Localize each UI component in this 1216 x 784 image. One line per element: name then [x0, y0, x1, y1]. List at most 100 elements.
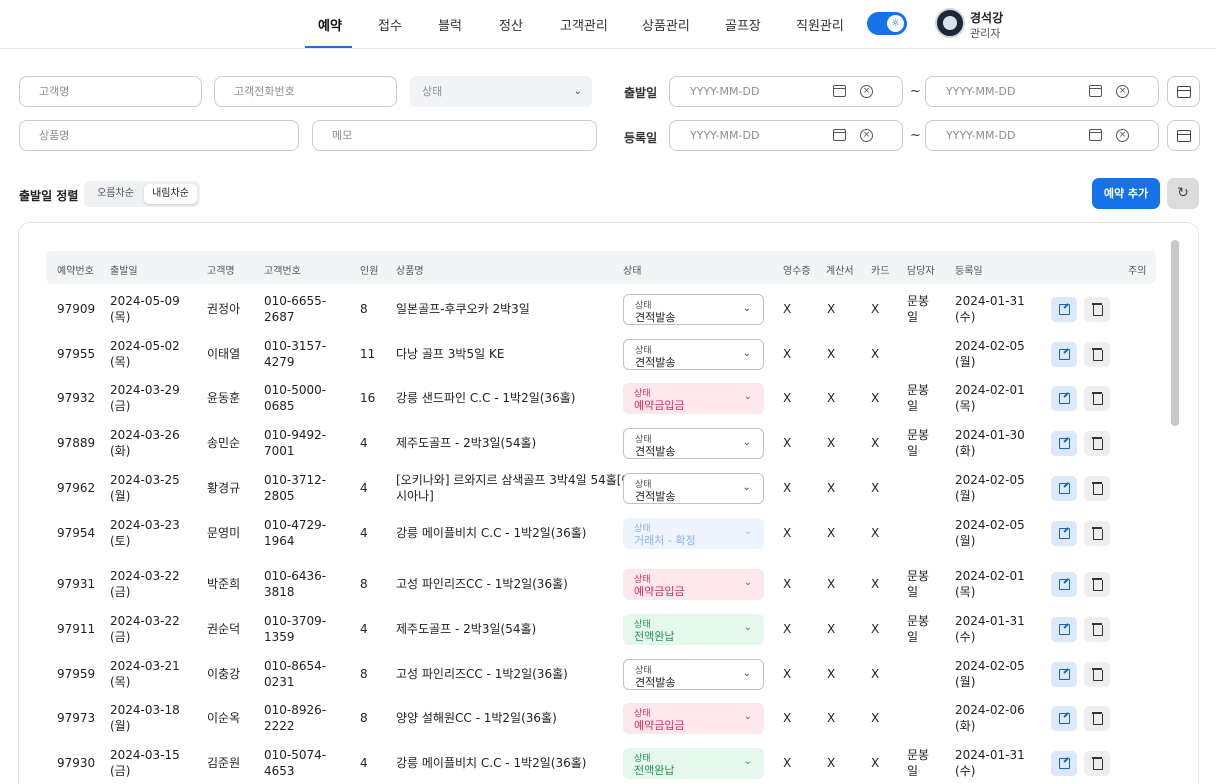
- manager-name: 문봉 일: [907, 383, 930, 413]
- departure-end-date[interactable]: YYYY-MM-DD ×: [925, 76, 1159, 107]
- calendar-icon[interactable]: [833, 129, 846, 141]
- card-flag: X: [871, 436, 880, 450]
- registered-calendar-button[interactable]: [1167, 120, 1200, 151]
- clear-icon[interactable]: ×: [1116, 85, 1129, 98]
- edit-icon[interactable]: [1051, 617, 1077, 642]
- status-value: 예약금입금: [634, 585, 685, 598]
- nav-tab-products[interactable]: 상품관리: [642, 15, 690, 34]
- memo-input[interactable]: 메모: [312, 120, 597, 151]
- date-placeholder: YYYY-MM-DD: [690, 129, 760, 142]
- status-value: 견적발송: [635, 490, 676, 503]
- trash-icon[interactable]: [1084, 751, 1110, 776]
- edit-icon[interactable]: [1051, 476, 1077, 501]
- customer-phone: 010-9492- 7001: [264, 428, 327, 458]
- status-select[interactable]: 상태 전액완납 ⌄: [623, 614, 764, 645]
- trash-icon[interactable]: [1084, 521, 1110, 546]
- clear-icon[interactable]: ×: [860, 85, 873, 98]
- chevron-down-icon: ⌄: [742, 348, 751, 359]
- departure-calendar-button[interactable]: [1167, 76, 1200, 107]
- status-select[interactable]: 상태 거래처 - 확정 ⌄: [623, 518, 764, 549]
- status-value: 견적발송: [635, 356, 676, 369]
- manager-name: 문봉 일: [907, 294, 930, 324]
- edit-icon[interactable]: [1051, 706, 1077, 731]
- chevron-down-icon: ⌄: [743, 622, 752, 633]
- nav-tab-block[interactable]: 블럭: [438, 15, 462, 34]
- trash-icon[interactable]: [1084, 706, 1110, 731]
- edit-icon[interactable]: [1051, 572, 1077, 597]
- registered-start-date[interactable]: YYYY-MM-DD ×: [669, 120, 903, 151]
- product-name: 강릉 메이플비치 C.C - 1박2일(36홀): [396, 526, 587, 540]
- chevron-down-icon: ⌄: [743, 391, 752, 402]
- nav-tab-customers[interactable]: 고객관리: [560, 15, 608, 34]
- chevron-down-icon: ⌄: [742, 437, 751, 448]
- status-select[interactable]: 상태 견적발송 ⌄: [623, 294, 764, 325]
- chevron-down-icon: ⌄: [743, 577, 752, 588]
- status-value: 전액완납: [634, 764, 675, 777]
- trash-icon[interactable]: [1084, 431, 1110, 456]
- status-select[interactable]: 상태 전액완납 ⌄: [623, 748, 764, 779]
- nav-tab-reservation[interactable]: 예약: [318, 15, 342, 34]
- chevron-down-icon: ⌄: [742, 482, 751, 493]
- refresh-icon[interactable]: ↻: [1167, 178, 1199, 209]
- party-size: 4: [360, 756, 368, 770]
- nav-tab-staff[interactable]: 직원관리: [796, 15, 844, 34]
- edit-icon[interactable]: [1051, 751, 1077, 776]
- edit-icon[interactable]: [1051, 662, 1077, 687]
- clear-icon[interactable]: ×: [860, 129, 873, 142]
- product-name: 제주도골프 - 2박3일(54홀): [396, 436, 537, 450]
- departure-date: 2024-03-21 (목): [110, 659, 180, 689]
- status-select[interactable]: 상태 견적발송 ⌄: [623, 428, 764, 459]
- theme-toggle[interactable]: ☼: [867, 12, 907, 35]
- status-select[interactable]: 상태 예약금입금 ⌄: [623, 569, 764, 600]
- customer-name: 황경규: [207, 481, 241, 495]
- calendar-icon[interactable]: [1089, 129, 1102, 141]
- trash-icon[interactable]: [1084, 386, 1110, 411]
- customer-phone: 010-3712- 2805: [264, 473, 327, 503]
- date-placeholder: YYYY-MM-DD: [690, 85, 760, 98]
- status-select[interactable]: 상태 ⌄: [410, 76, 592, 107]
- manager-name: 문봉 일: [907, 748, 930, 778]
- status-select[interactable]: 상태 견적발송 ⌄: [623, 473, 764, 504]
- calendar-icon[interactable]: [833, 85, 846, 97]
- nav-tab-intake[interactable]: 접수: [378, 15, 402, 34]
- avatar[interactable]: [935, 8, 965, 38]
- invoice-flag: X: [827, 667, 836, 681]
- status-select[interactable]: 상태 예약금입금 ⌄: [623, 703, 764, 734]
- customer-phone: 010-3157- 4279: [264, 339, 327, 369]
- trash-icon[interactable]: [1084, 297, 1110, 322]
- customer-phone-input[interactable]: 고객전화번호: [214, 76, 397, 107]
- range-separator: ~: [910, 128, 921, 143]
- departure-date: 2024-03-23 (토): [110, 518, 180, 548]
- manager-name: 문봉 일: [907, 569, 930, 599]
- chevron-down-icon: ⌄: [743, 756, 752, 767]
- clear-icon[interactable]: ×: [1116, 129, 1129, 142]
- nav-tab-settlement[interactable]: 정산: [499, 15, 523, 34]
- calendar-icon[interactable]: [1089, 85, 1102, 97]
- edit-icon[interactable]: [1051, 386, 1077, 411]
- customer-name-input[interactable]: 고객명: [19, 76, 202, 107]
- edit-icon[interactable]: [1051, 297, 1077, 322]
- trash-icon[interactable]: [1084, 662, 1110, 687]
- edit-icon[interactable]: [1051, 521, 1077, 546]
- trash-icon[interactable]: [1084, 572, 1110, 597]
- scrollbar[interactable]: [1171, 240, 1179, 426]
- trash-icon[interactable]: [1084, 617, 1110, 642]
- add-reservation-button[interactable]: 예약 추가: [1092, 178, 1160, 209]
- card-flag: X: [871, 481, 880, 495]
- edit-icon[interactable]: [1051, 431, 1077, 456]
- registered-end-date[interactable]: YYYY-MM-DD ×: [925, 120, 1159, 151]
- customer-name: 박준희: [207, 577, 241, 591]
- sort-ascending[interactable]: 오름차순: [88, 184, 143, 204]
- nav-tab-golf-course[interactable]: 골프장: [725, 15, 761, 34]
- product-name-input[interactable]: 상품명: [19, 120, 299, 151]
- departure-date: 2024-03-26 (화): [110, 428, 180, 458]
- edit-icon[interactable]: [1051, 342, 1077, 367]
- status-select[interactable]: 상태 견적발송 ⌄: [623, 339, 764, 370]
- status-select[interactable]: 상태 예약금입금 ⌄: [623, 383, 764, 414]
- departure-start-date[interactable]: YYYY-MM-DD ×: [669, 76, 903, 107]
- trash-icon[interactable]: [1084, 342, 1110, 367]
- status-select[interactable]: 상태 견적발송 ⌄: [623, 659, 764, 690]
- trash-icon[interactable]: [1084, 476, 1110, 501]
- receipt-flag: X: [783, 302, 792, 316]
- sort-descending[interactable]: 내림차순: [144, 184, 197, 204]
